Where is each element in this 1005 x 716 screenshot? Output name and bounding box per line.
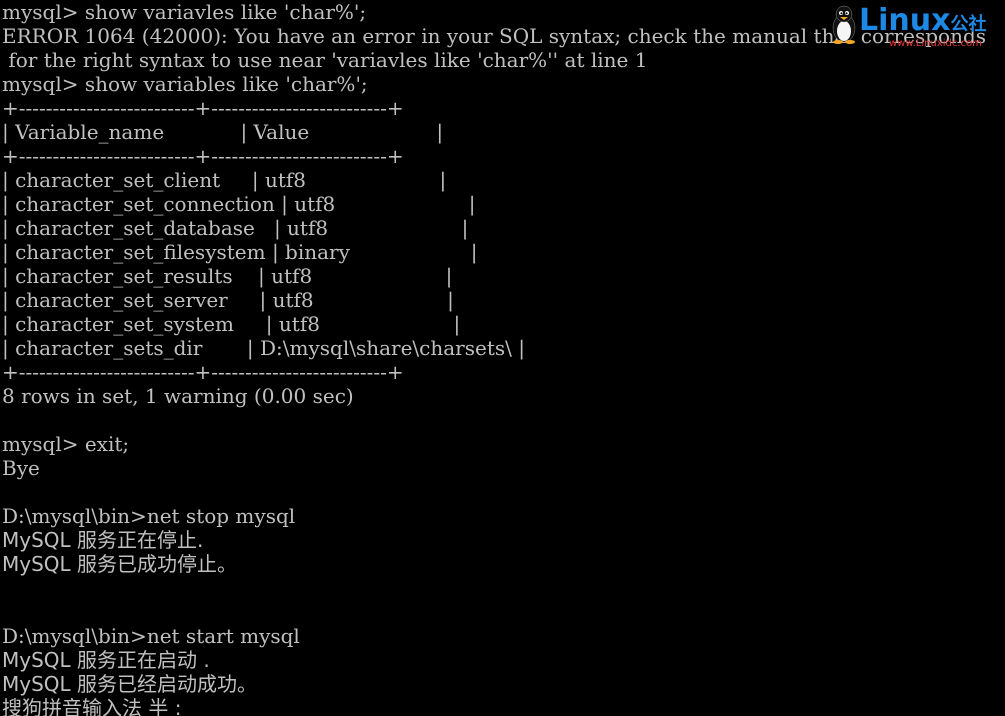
watermark-url: www.Linuxidc.com	[889, 38, 982, 49]
table-header-row: | Variable_name | Value |	[2, 120, 444, 144]
table-row: | character_sets_dir | D:\mysql\share\ch…	[2, 336, 525, 360]
terminal-line: D:\mysql\bin>net stop mysql	[2, 504, 296, 528]
terminal-line: mysql> exit;	[2, 432, 130, 456]
table-border: +--------------------------+------------…	[2, 96, 404, 120]
table-row: | character_set_results | utf8 |	[2, 264, 453, 288]
table-row: | character_set_connection | utf8 |	[2, 192, 476, 216]
terminal-line: MySQL 服务正在启动 .	[2, 648, 210, 672]
table-row: | character_set_database | utf8 |	[2, 216, 469, 240]
watermark-brand: Linux公社	[859, 3, 987, 38]
watermark-suffix: 公社	[950, 14, 987, 35]
terminal-output[interactable]: mysql> show variavles like 'char%'; ERRO…	[2, 0, 1005, 716]
terminal-line: MySQL 服务已经启动成功。	[2, 672, 258, 696]
terminal-line: mysql> show variavles like 'char%';	[2, 0, 367, 24]
terminal-line: MySQL 服务已成功停止。	[2, 552, 238, 576]
terminal-line: for the right syntax to use near 'variav…	[2, 48, 648, 72]
tux-penguin-icon	[832, 5, 856, 44]
ime-status-line: 搜狗拼音输入法 半 :	[2, 696, 182, 716]
table-row: | character_set_server | utf8 |	[2, 288, 454, 312]
table-border: +--------------------------+------------…	[2, 144, 404, 168]
table-row: | character_set_system | utf8 |	[2, 312, 461, 336]
table-border: +--------------------------+------------…	[2, 360, 404, 384]
terminal-line: MySQL 服务正在停止.	[2, 528, 204, 552]
table-row: | character_set_client | utf8 |	[2, 168, 447, 192]
terminal-line: mysql> show variables like 'char%';	[2, 72, 368, 96]
table-row: | character_set_filesystem | binary |	[2, 240, 478, 264]
terminal-line: D:\mysql\bin>net start mysql	[2, 624, 300, 648]
linux-watermark: Linux公社 www.Linuxidc.com	[829, 3, 999, 49]
result-summary: 8 rows in set, 1 warning (0.00 sec)	[2, 384, 354, 408]
terminal-line: Bye	[2, 456, 40, 480]
